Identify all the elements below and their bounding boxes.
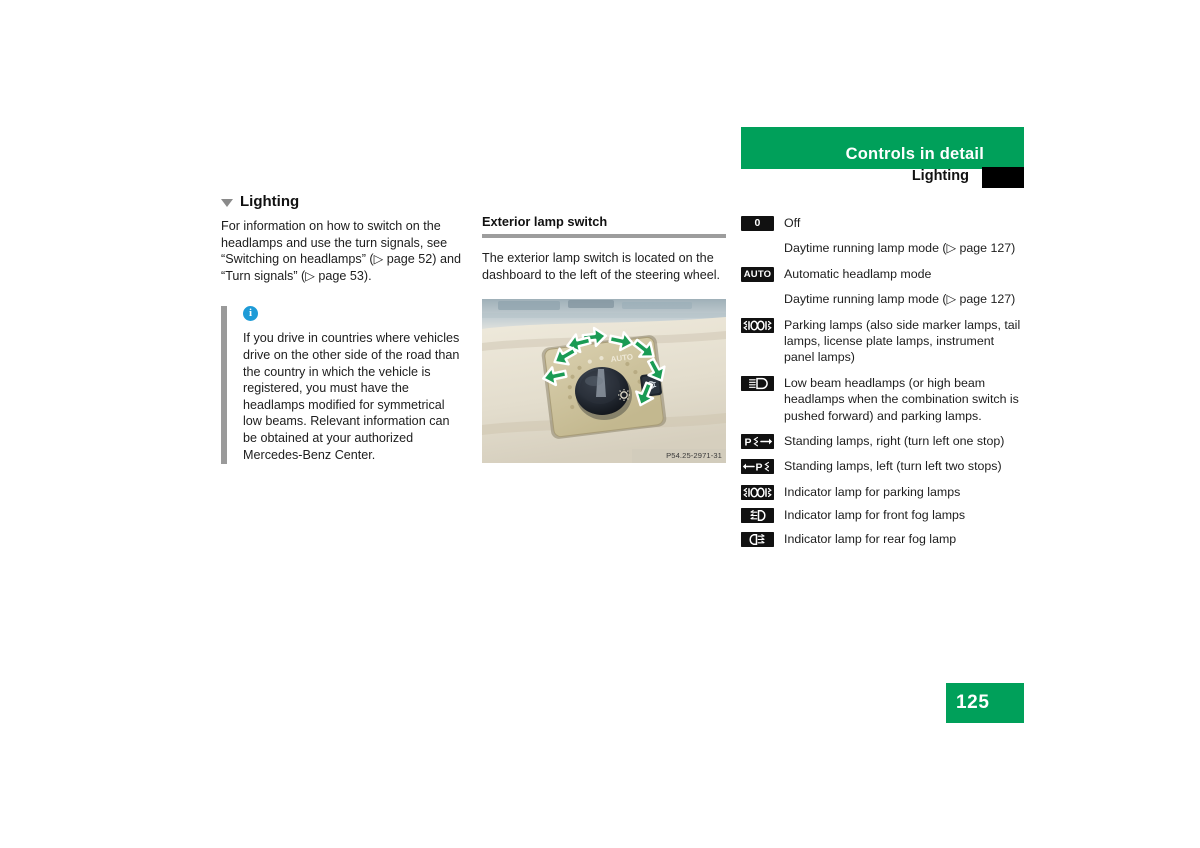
list-item-label: Standing lamps, right (turn left one sto… bbox=[784, 434, 1005, 449]
no-badge bbox=[741, 292, 774, 307]
standing-lamps-left-glyph: P bbox=[741, 459, 774, 475]
auto-headlamp-badge-label: AUTO bbox=[743, 268, 772, 280]
svg-text:P: P bbox=[745, 437, 752, 449]
list-item-label: Daytime running lamp mode (▷ page 127) bbox=[784, 241, 1016, 256]
intro-paragraph: For information on how to switch on the … bbox=[221, 219, 462, 283]
lamp-off-badge: 0 bbox=[741, 216, 774, 231]
page-number: 125 bbox=[956, 692, 990, 713]
list-item-label: Parking lamps (also side marker lamps, t… bbox=[784, 317, 1021, 365]
header-black-tab bbox=[982, 167, 1024, 188]
left-column: Lighting For information on how to switc… bbox=[221, 193, 464, 466]
header-subtitle: Lighting bbox=[911, 168, 969, 184]
parking-lamps-glyph bbox=[741, 317, 774, 333]
sub-heading: Exterior lamp switch bbox=[482, 214, 608, 229]
triangle-down-icon bbox=[221, 198, 233, 207]
middle-column: Exterior lamp switch The exterior lamp s… bbox=[482, 214, 726, 464]
list-item-label: Daytime running lamp mode (▷ page 127) bbox=[784, 292, 1016, 307]
list-item: AUTO Automatic headlamp mode bbox=[741, 266, 1025, 282]
info-note-text: If you drive in countries where vehicles… bbox=[243, 331, 460, 462]
info-note-box: i If you drive in countries where vehicl… bbox=[221, 306, 464, 466]
list-item-label: Indicator lamp for parking lamps bbox=[784, 484, 961, 499]
list-item: 0 Off bbox=[741, 215, 1025, 231]
list-item: Indicator lamp for rear fog lamp bbox=[741, 531, 1025, 547]
no-badge bbox=[741, 241, 774, 256]
list-item: Daytime running lamp mode (▷ page 127) bbox=[741, 291, 1025, 307]
section-heading-row: Lighting bbox=[221, 193, 464, 210]
list-item-label: Indicator lamp for front fog lamps bbox=[784, 508, 966, 523]
lamp-off-badge-label: 0 bbox=[754, 217, 761, 229]
low-beam-headlamp-glyph bbox=[741, 375, 774, 391]
svg-text:P: P bbox=[756, 462, 763, 474]
page-number-box: 125 bbox=[946, 683, 1024, 723]
list-item-label: Off bbox=[784, 216, 801, 230]
list-item-label: Standing lamps, left (turn left two stop… bbox=[784, 459, 1002, 474]
list-item: Parking lamps (also side marker lamps, t… bbox=[741, 317, 1025, 366]
list-item: P Standing lamps, right (turn left one s… bbox=[741, 433, 1025, 450]
page-title: Controls in detail bbox=[845, 145, 984, 163]
header-green-band: Controls in detail bbox=[741, 127, 1024, 169]
manual-page: Controls in detail Lighting Lighting For… bbox=[0, 0, 1200, 848]
list-item-label: Automatic headlamp mode bbox=[784, 266, 932, 281]
heading-rule bbox=[482, 234, 726, 238]
info-icon: i bbox=[243, 306, 258, 322]
front-fog-lamp-icon bbox=[741, 508, 774, 524]
parking-lamps-indicator-icon bbox=[741, 484, 774, 500]
standing-lamps-right-icon: P bbox=[741, 434, 774, 450]
info-box-rule bbox=[221, 306, 227, 465]
header-subtitle-row: Lighting bbox=[741, 167, 1024, 189]
list-item-label: Low beam headlamps (or high beam headlam… bbox=[784, 375, 1019, 423]
parking-lamps-indicator-glyph bbox=[741, 484, 774, 500]
parking-lamps-icon bbox=[741, 317, 774, 333]
switch-description: The exterior lamp switch is located on t… bbox=[482, 251, 721, 282]
standing-lamps-left-icon: P bbox=[741, 459, 774, 475]
dashboard-photo-illustration: AUTO bbox=[482, 299, 726, 464]
list-item: Daytime running lamp mode (▷ page 127) bbox=[741, 240, 1025, 256]
section-heading-label: Lighting bbox=[240, 193, 300, 210]
list-item: Indicator lamp for front fog lamps bbox=[741, 507, 1025, 524]
standing-lamps-right-glyph: P bbox=[741, 434, 774, 450]
front-fog-lamp-glyph bbox=[741, 508, 774, 524]
figure-caption: P54.25-2971-31 bbox=[666, 451, 722, 461]
rear-fog-lamp-icon bbox=[741, 531, 774, 547]
list-item: P Standing lamps, left (turn left two st… bbox=[741, 458, 1025, 475]
low-beam-headlamp-icon bbox=[741, 375, 774, 391]
list-item-label: Indicator lamp for rear fog lamp bbox=[784, 531, 957, 546]
rear-fog-lamp-glyph bbox=[741, 531, 774, 547]
exterior-lamp-switch-photo: AUTO P54.25-2971-31 bbox=[482, 299, 726, 464]
list-item: Low beam headlamps (or high beam headlam… bbox=[741, 375, 1025, 424]
auto-headlamp-badge: AUTO bbox=[741, 266, 774, 282]
right-column: 0 Off Daytime running lamp mode (▷ page … bbox=[741, 215, 1025, 554]
list-item: Indicator lamp for parking lamps bbox=[741, 484, 1025, 500]
